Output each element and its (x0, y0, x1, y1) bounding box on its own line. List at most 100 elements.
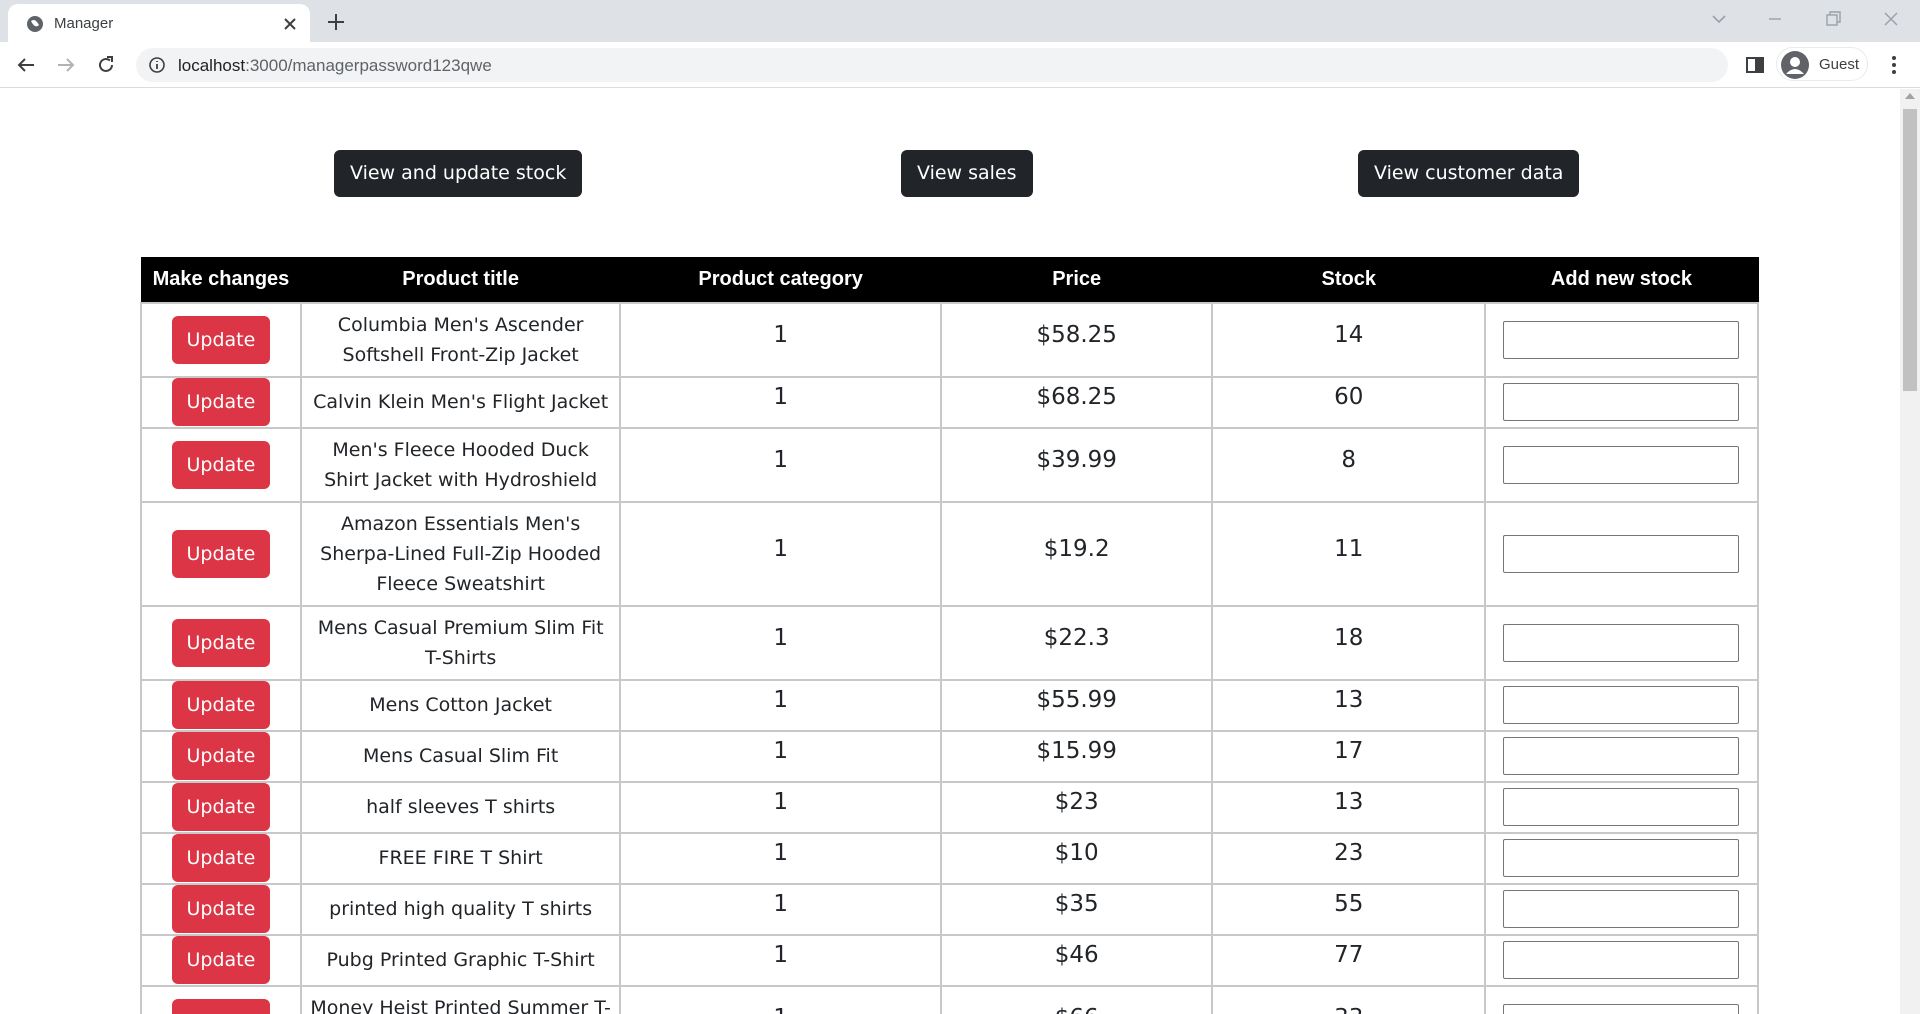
product-price: $66 (939, 984, 1214, 1014)
add-stock-input[interactable] (1503, 788, 1740, 826)
product-price: $46 (939, 933, 1214, 987)
make-changes-cell: Update (140, 780, 302, 834)
update-button[interactable]: Update (171, 378, 270, 426)
vertical-scrollbar[interactable] (1900, 89, 1920, 1014)
update-button[interactable]: Update (171, 834, 270, 882)
update-button[interactable]: Update (171, 315, 270, 364)
add-stock-cell (1483, 984, 1760, 1014)
update-button[interactable]: Update (171, 618, 270, 667)
minimize-icon[interactable] (1764, 8, 1786, 30)
product-title: Mens Casual Slim Fit (299, 729, 622, 783)
url-host: localhost (178, 56, 246, 75)
add-stock-input[interactable] (1503, 445, 1740, 484)
add-stock-cell (1483, 426, 1760, 503)
forward-arrow-icon[interactable] (54, 53, 78, 77)
product-stock: 18 (1211, 604, 1486, 681)
tab-search-chevron-icon[interactable] (1708, 8, 1730, 30)
url-path: :3000/managerpassword123qwe (245, 56, 492, 75)
stock-table: Make changes Product title Product categ… (140, 257, 1760, 1014)
add-stock-input[interactable] (1503, 890, 1740, 928)
table-row: Update Columbia Men's Ascender Softshell… (140, 301, 1760, 378)
product-stock: 23 (1211, 831, 1486, 885)
product-stock: 13 (1211, 678, 1486, 732)
make-changes-cell: Update (140, 729, 302, 783)
table-row: Update FREE FIRE T Shirt 1 $10 23 (140, 831, 1760, 885)
add-stock-input[interactable] (1503, 320, 1740, 359)
make-changes-cell: Update (140, 678, 302, 732)
globe-icon (27, 16, 43, 32)
guest-avatar-icon (1781, 51, 1809, 79)
product-stock: 17 (1211, 729, 1486, 783)
header-product-category: Product category (619, 257, 942, 303)
update-button[interactable]: Update (171, 732, 270, 780)
product-category: 1 (619, 375, 942, 429)
add-stock-input[interactable] (1503, 1003, 1740, 1014)
product-price: $68.25 (939, 375, 1214, 429)
update-button[interactable]: Update (171, 529, 270, 578)
update-button[interactable]: Update (171, 998, 270, 1014)
page-viewport: View and update stock View sales View cu… (0, 89, 1900, 1014)
profile-label: Guest (1819, 56, 1860, 73)
product-title: half sleeves T shirts (299, 780, 622, 834)
close-tab-icon[interactable] (280, 14, 300, 34)
add-stock-input[interactable] (1503, 686, 1740, 724)
header-stock: Stock (1211, 257, 1486, 303)
product-price: $10 (939, 831, 1214, 885)
profile-button[interactable]: Guest (1776, 47, 1868, 81)
update-button[interactable]: Update (171, 783, 270, 831)
product-price: $35 (939, 882, 1214, 936)
back-arrow-icon[interactable] (14, 53, 38, 77)
product-stock: 8 (1211, 426, 1486, 503)
make-changes-cell: Update (140, 500, 302, 607)
add-stock-input[interactable] (1503, 383, 1740, 421)
site-info-icon[interactable] (148, 56, 166, 74)
update-button[interactable]: Update (171, 936, 270, 984)
add-stock-input[interactable] (1503, 534, 1740, 573)
reload-icon[interactable] (94, 53, 118, 77)
product-price: $58.25 (939, 301, 1214, 378)
new-tab-icon[interactable] (324, 10, 348, 34)
add-stock-input[interactable] (1503, 737, 1740, 775)
table-row: Update Mens Casual Premium Slim Fit T-Sh… (140, 604, 1760, 681)
product-stock: 60 (1211, 375, 1486, 429)
table-row: Update Calvin Klein Men's Flight Jacket … (140, 375, 1760, 429)
view-update-stock-button[interactable]: View and update stock (334, 150, 583, 197)
product-title: Pubg Printed Graphic T-Shirt (299, 933, 622, 987)
kebab-menu-icon[interactable] (1882, 53, 1906, 77)
view-customer-data-button[interactable]: View customer data (1358, 150, 1580, 197)
add-stock-cell (1483, 882, 1760, 936)
make-changes-cell: Update (140, 426, 302, 503)
update-button[interactable]: Update (171, 681, 270, 729)
product-stock: 77 (1211, 933, 1486, 987)
make-changes-cell: Update (140, 604, 302, 681)
add-stock-cell (1483, 831, 1760, 885)
product-category: 1 (619, 678, 942, 732)
scrollbar-thumb[interactable] (1903, 109, 1917, 391)
address-bar[interactable]: localhost:3000/managerpassword123qwe (136, 48, 1728, 82)
add-stock-input[interactable] (1503, 941, 1740, 979)
update-button[interactable]: Update (171, 885, 270, 933)
product-title: printed high quality T shirts (299, 882, 622, 936)
table-row: Update Men's Fleece Hooded Duck Shirt Ja… (140, 426, 1760, 503)
add-stock-input[interactable] (1503, 623, 1740, 662)
table-row: Update printed high quality T shirts 1 $… (140, 882, 1760, 936)
browser-tab[interactable]: Manager (8, 4, 310, 42)
product-category: 1 (619, 426, 942, 503)
table-header-row: Make changes Product title Product categ… (140, 257, 1759, 303)
update-button[interactable]: Update (171, 440, 270, 489)
side-panel-icon[interactable] (1743, 53, 1767, 77)
scroll-up-arrow-icon[interactable] (1905, 93, 1915, 99)
product-stock: 14 (1211, 301, 1486, 378)
close-window-icon[interactable] (1880, 8, 1902, 30)
tab-title: Manager (54, 15, 114, 32)
table-row: Update half sleeves T shirts 1 $23 13 (140, 780, 1760, 834)
manager-nav: View and update stock View sales View cu… (0, 150, 1900, 198)
product-title: Men's Fleece Hooded Duck Shirt Jacket wi… (299, 426, 622, 503)
add-stock-cell (1483, 301, 1760, 378)
header-make-changes: Make changes (140, 257, 302, 303)
view-sales-button[interactable]: View sales (901, 150, 1033, 197)
add-stock-input[interactable] (1503, 839, 1740, 877)
add-stock-cell (1483, 678, 1760, 732)
url-text[interactable]: localhost:3000/managerpassword123qwe (178, 56, 492, 76)
restore-icon[interactable] (1822, 8, 1844, 30)
